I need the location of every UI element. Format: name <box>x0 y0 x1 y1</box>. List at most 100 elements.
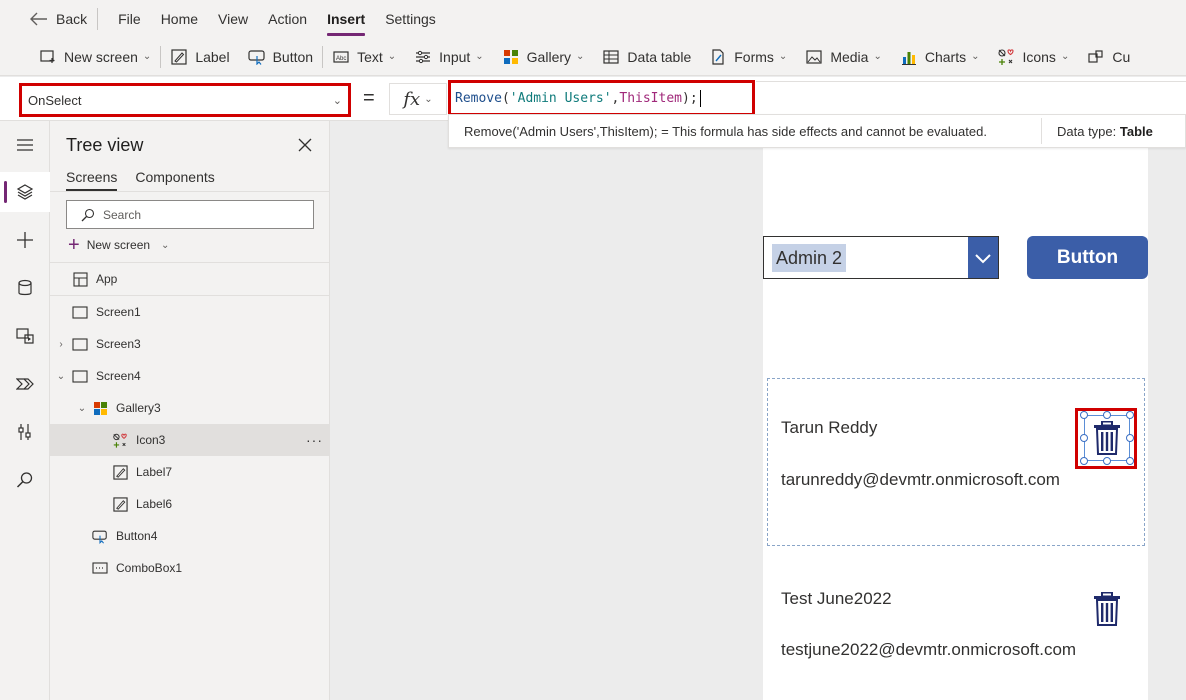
trash-icon[interactable] <box>1093 592 1121 626</box>
more-options-icon[interactable]: ··· <box>306 432 323 448</box>
chevron-down-icon: ⌄ <box>161 239 170 251</box>
back-button[interactable]: Back <box>30 11 97 27</box>
charts-label: Charts <box>924 48 967 65</box>
advanced-tools-rail-button[interactable] <box>0 412 50 452</box>
formula-hint: Remove('Admin Users',ThisItem); = This f… <box>448 114 1186 148</box>
tree-node-button4[interactable]: Button4 <box>50 520 330 552</box>
tree-node-gallery3[interactable]: ⌄ Gallery3 <box>50 392 330 424</box>
data-type-value: Table <box>1119 123 1153 139</box>
resize-handle[interactable] <box>1080 411 1088 419</box>
resize-handle[interactable] <box>1126 457 1134 465</box>
resize-handle[interactable] <box>1080 457 1088 465</box>
tree-node-label6[interactable]: Label6 <box>50 488 330 520</box>
menu-file[interactable]: File <box>108 0 151 38</box>
app-icon <box>72 271 88 287</box>
fx-button[interactable]: fx ⌄ <box>389 83 447 115</box>
formula-datasource: 'Admin Users' <box>509 90 612 106</box>
input-icon <box>414 48 432 66</box>
data-type-info: Data type: Table <box>1042 124 1153 139</box>
tree-search-input[interactable]: Search <box>66 200 314 229</box>
new-screen-tree-button[interactable]: + New screen ⌄ <box>68 235 170 255</box>
tab-divider <box>50 191 330 192</box>
power-automate-rail-button[interactable] <box>0 364 50 404</box>
bar-chart-icon <box>900 48 918 66</box>
item-name-label: Tarun Reddy <box>781 418 878 437</box>
new-screen-button[interactable]: New screen ⌄ <box>30 38 160 75</box>
resize-handle[interactable] <box>1126 434 1134 442</box>
chevron-down-icon <box>975 253 991 263</box>
tree-view-panel: Tree view Screens Components Search + Ne… <box>50 121 330 700</box>
custom-button[interactable]: Cu <box>1078 38 1139 75</box>
chevron-down-icon[interactable]: ⌄ <box>55 371 67 382</box>
tree-node-screen3[interactable]: › Screen3 <box>50 328 330 360</box>
formula-function: Remove <box>455 90 502 106</box>
menu-settings[interactable]: Settings <box>375 0 446 38</box>
chevron-down-icon: ⌄ <box>778 51 788 62</box>
tab-screens[interactable]: Screens <box>66 169 118 191</box>
menu-action[interactable]: Action <box>258 0 317 38</box>
icons-label: Icons <box>1022 48 1056 65</box>
media-rail-button[interactable] <box>0 316 50 356</box>
gallery-label: Gallery <box>526 48 572 65</box>
tree-node-app[interactable]: App <box>50 263 330 295</box>
icons-icon <box>997 48 1015 66</box>
tree-node-screen1[interactable]: Screen1 <box>50 296 330 328</box>
input-button[interactable]: Input ⌄ <box>405 38 493 75</box>
left-rail <box>0 121 50 700</box>
button4[interactable]: Button <box>1027 236 1148 279</box>
insert-rail-button[interactable] <box>0 220 50 260</box>
tools-icon <box>18 424 31 440</box>
tree-node-screen4[interactable]: ⌄ Screen4 <box>50 360 330 392</box>
search-rail-button[interactable] <box>0 460 50 500</box>
formula-paren-close: ); <box>682 90 698 106</box>
icons-icon <box>112 432 128 448</box>
data-table-button[interactable]: Data table <box>593 38 700 75</box>
formula-thisitem: ThisItem <box>619 90 682 106</box>
text-button[interactable]: Abc Text ⌄ <box>323 38 405 75</box>
charts-button[interactable]: Charts ⌄ <box>891 38 989 75</box>
label-icon <box>112 464 128 480</box>
gallery-button[interactable]: Gallery ⌄ <box>493 38 594 75</box>
chevron-right-icon[interactable]: › <box>55 339 67 350</box>
menu-view[interactable]: View <box>208 0 258 38</box>
combobox-dropdown-button[interactable] <box>968 237 998 278</box>
tree-node-label7[interactable]: Label7 <box>50 456 330 488</box>
formula-input[interactable]: Remove('Admin Users', ThisItem); <box>448 80 755 116</box>
hamburger-icon <box>17 139 33 151</box>
tree-node-icon3[interactable]: Icon3 ··· <box>50 424 330 456</box>
hamburger-menu-button[interactable] <box>0 125 50 165</box>
resize-handle[interactable] <box>1126 411 1134 419</box>
formula-hint-message: Remove('Admin Users',ThisItem); = This f… <box>464 123 987 139</box>
combobox1[interactable]: Admin 2 <box>763 236 999 279</box>
equals-sign: = <box>363 87 375 109</box>
resize-handle[interactable] <box>1103 411 1111 419</box>
input-label: Input <box>439 48 471 65</box>
data-rail-button[interactable] <box>0 268 50 308</box>
chevron-down-icon[interactable]: ⌄ <box>76 403 88 414</box>
chevron-down-icon: ⌄ <box>475 51 484 62</box>
tree-node-label: Label6 <box>136 497 173 511</box>
resize-handle[interactable] <box>1103 457 1111 465</box>
close-icon[interactable] <box>297 137 313 153</box>
property-value: OnSelect <box>28 92 82 108</box>
trash-icon[interactable] <box>1093 421 1121 455</box>
chevron-down-icon: ⌄ <box>1060 51 1070 62</box>
forms-button[interactable]: Forms ⌄ <box>700 38 796 75</box>
icons-button[interactable]: Icons ⌄ <box>988 38 1078 75</box>
media-icon <box>16 328 34 344</box>
menu-insert[interactable]: Insert <box>317 0 375 38</box>
media-button[interactable]: Media ⌄ <box>796 38 891 75</box>
item-name-label: Test June2022 <box>781 589 892 608</box>
menu-home[interactable]: Home <box>151 0 208 38</box>
button-button[interactable]: Button <box>239 38 322 75</box>
tree-view-rail-button[interactable] <box>0 172 50 212</box>
label-button[interactable]: Label <box>161 38 238 75</box>
power-automate-icon <box>16 378 34 390</box>
tree-node-label: App <box>96 272 118 286</box>
item-email-label: testjune2022@devmtr.onmicrosoft.com <box>781 640 1077 659</box>
tree-node-combobox1[interactable]: ComboBox1 <box>50 552 330 584</box>
formula-input-extension[interactable] <box>756 81 1186 117</box>
tab-components[interactable]: Components <box>135 169 214 191</box>
resize-handle[interactable] <box>1080 434 1088 442</box>
property-dropdown[interactable]: OnSelect ⌄ <box>19 83 351 117</box>
